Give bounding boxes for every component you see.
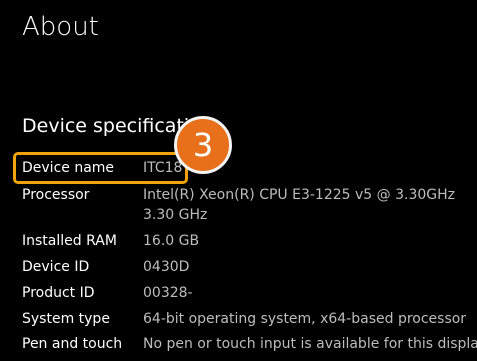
processor-speed-value: 3.30 GHz: [143, 207, 208, 223]
processor-value: Intel(R) Xeon(R) CPU E3-1225 v5 @ 3.30GH…: [143, 187, 455, 203]
device-specifications-heading: Device specificatio: [22, 115, 201, 137]
system-type-value: 64-bit operating system, x64-based proce…: [143, 311, 467, 327]
step-number-badge: 3: [174, 116, 232, 174]
page-title: About: [22, 12, 99, 42]
processor-label: Processor: [22, 187, 90, 203]
pen-and-touch-value: No pen or touch input is available for t…: [143, 336, 477, 352]
installed-ram-value: 16.0 GB: [143, 233, 200, 249]
product-id-label: Product ID: [22, 285, 95, 301]
product-id-value: 00328-: [143, 285, 193, 301]
device-id-value: 0430D: [143, 259, 190, 275]
device-name-highlight: [13, 152, 188, 184]
installed-ram-label: Installed RAM: [22, 233, 117, 249]
device-id-label: Device ID: [22, 259, 90, 275]
pen-and-touch-label: Pen and touch: [22, 336, 123, 352]
system-type-label: System type: [22, 311, 110, 327]
